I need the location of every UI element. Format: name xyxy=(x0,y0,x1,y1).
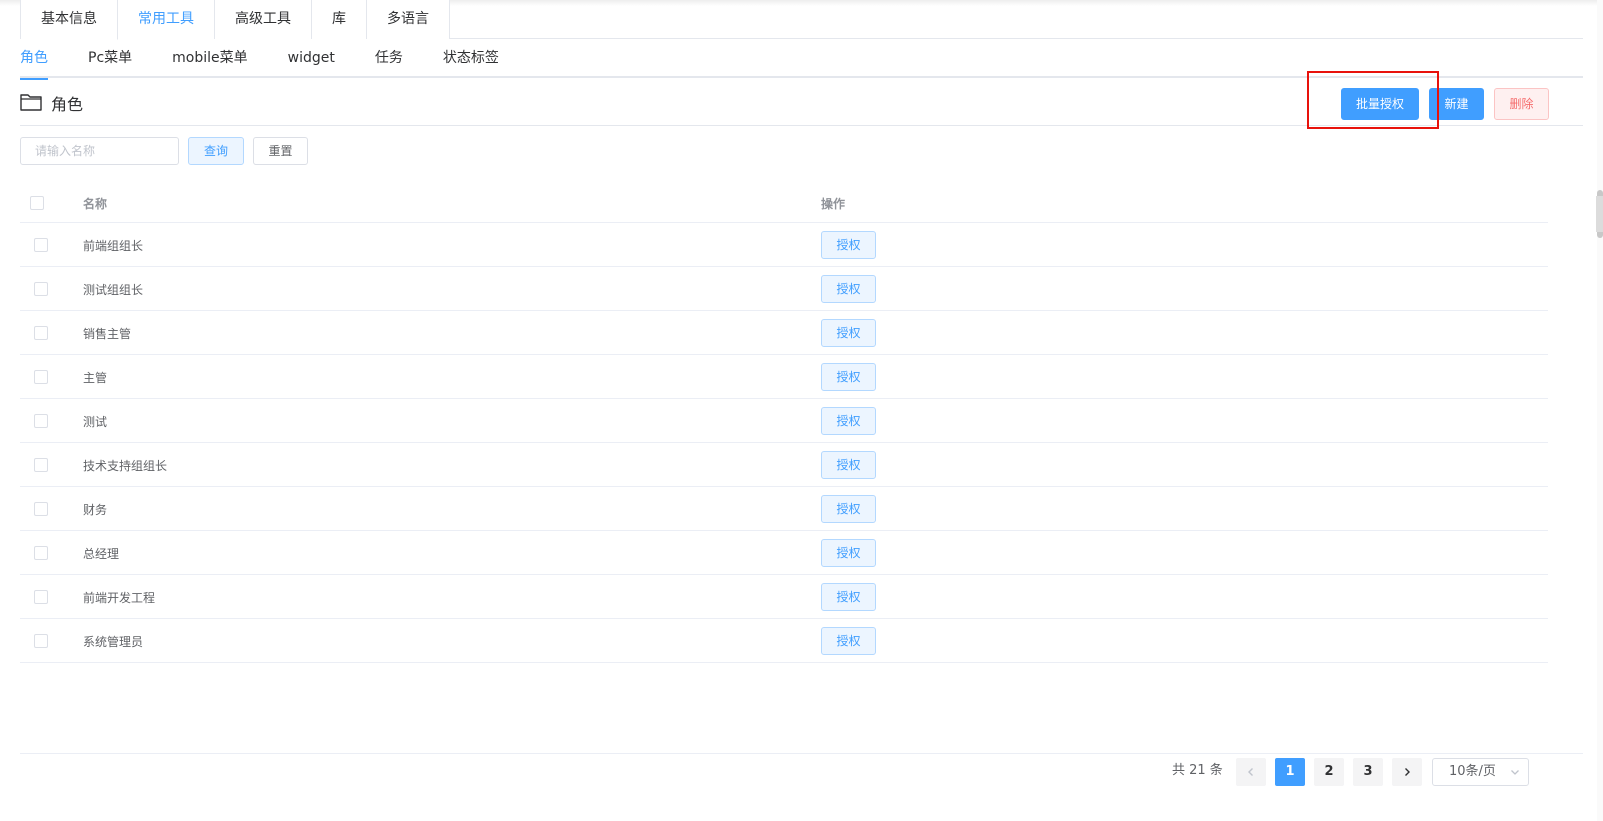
page-title: 角色 xyxy=(51,95,84,114)
role-name: 测试组组长 xyxy=(83,283,144,297)
authorize-button[interactable]: 授权 xyxy=(821,231,876,259)
authorize-button[interactable]: 授权 xyxy=(821,319,876,347)
name-search-input[interactable] xyxy=(20,137,179,165)
table-row: 测试 授权 xyxy=(20,399,1548,443)
next-page-button[interactable] xyxy=(1392,758,1422,786)
column-header-name: 名称 xyxy=(83,197,108,211)
role-name: 测试 xyxy=(83,415,108,429)
authorize-button[interactable]: 授权 xyxy=(821,495,876,523)
authorize-button[interactable]: 授权 xyxy=(821,407,876,435)
tab-library[interactable]: 库 xyxy=(311,0,366,39)
table-row: 销售主管 授权 xyxy=(20,311,1548,355)
chevron-right-icon xyxy=(1405,768,1410,776)
role-name: 总经理 xyxy=(83,547,120,561)
row-checkbox[interactable] xyxy=(34,326,48,340)
table-row: 总经理 授权 xyxy=(20,531,1548,575)
role-name: 前端组组长 xyxy=(83,239,144,253)
query-button[interactable]: 查询 xyxy=(188,137,244,165)
table-row: 主管 授权 xyxy=(20,355,1548,399)
delete-button[interactable]: 删除 xyxy=(1494,88,1549,120)
page-scrollbar[interactable] xyxy=(1597,0,1603,821)
chevron-left-icon xyxy=(1248,768,1253,776)
new-button[interactable]: 新建 xyxy=(1429,88,1484,120)
role-name: 系统管理员 xyxy=(83,635,144,649)
prev-page-button[interactable] xyxy=(1236,758,1266,786)
sub-tab-widget[interactable]: widget xyxy=(288,39,335,78)
row-checkbox[interactable] xyxy=(34,238,48,252)
page: 基本信息 常用工具 高级工具 库 多语言 角色 Pc菜单 mobile菜单 wi… xyxy=(0,0,1603,821)
table-row: 系统管理员 授权 xyxy=(20,619,1548,663)
batch-authorize-button[interactable]: 批量授权 xyxy=(1341,88,1419,120)
row-checkbox[interactable] xyxy=(34,458,48,472)
role-name: 主管 xyxy=(83,371,108,385)
section-header: 角色 批量授权 新建 删除 xyxy=(20,71,1583,129)
roles-table: 名称 操作 前端组组长 授权 测试组组长 授权 销售主管 授权 主管 授权 测试… xyxy=(20,181,1548,663)
authorize-button[interactable]: 授权 xyxy=(821,539,876,567)
row-checkbox[interactable] xyxy=(34,546,48,560)
select-all-checkbox[interactable] xyxy=(30,196,44,210)
authorize-button[interactable]: 授权 xyxy=(821,451,876,479)
row-checkbox[interactable] xyxy=(34,370,48,384)
sub-tab-status-tags[interactable]: 状态标签 xyxy=(443,39,499,78)
row-checkbox[interactable] xyxy=(34,502,48,516)
sub-tabs: 角色 Pc菜单 mobile菜单 widget 任务 状态标签 xyxy=(20,39,1583,80)
row-checkbox[interactable] xyxy=(34,282,48,296)
reset-button[interactable]: 重置 xyxy=(253,137,308,165)
tab-common-tools[interactable]: 常用工具 xyxy=(117,0,214,40)
side-panel-handle[interactable] xyxy=(1596,196,1603,232)
page-button-2[interactable]: 2 xyxy=(1314,758,1344,786)
table-header: 名称 操作 xyxy=(20,181,1548,223)
row-checkbox[interactable] xyxy=(34,634,48,648)
top-tabs: 基本信息 常用工具 高级工具 库 多语言 xyxy=(20,0,1583,40)
sub-tab-tasks[interactable]: 任务 xyxy=(375,39,403,78)
page-button-1[interactable]: 1 xyxy=(1275,758,1305,786)
authorize-button[interactable]: 授权 xyxy=(821,627,876,655)
role-name: 财务 xyxy=(83,503,108,517)
role-name: 销售主管 xyxy=(83,327,132,341)
page-size-select[interactable]: 10条/页 xyxy=(1432,758,1529,786)
footer-divider xyxy=(20,753,1583,754)
authorize-button[interactable]: 授权 xyxy=(821,363,876,391)
sub-tab-roles[interactable]: 角色 xyxy=(20,39,48,80)
table-row: 前端组组长 授权 xyxy=(20,223,1548,267)
page-button-3[interactable]: 3 xyxy=(1353,758,1383,786)
authorize-button[interactable]: 授权 xyxy=(821,583,876,611)
role-name: 技术支持组组长 xyxy=(83,459,168,473)
top-tabs-list: 基本信息 常用工具 高级工具 库 多语言 xyxy=(20,0,450,40)
table-row: 前端开发工程 授权 xyxy=(20,575,1548,619)
tab-multilanguage[interactable]: 多语言 xyxy=(366,0,449,39)
folder-icon xyxy=(20,94,42,111)
role-name: 前端开发工程 xyxy=(83,591,156,605)
row-checkbox[interactable] xyxy=(34,590,48,604)
sub-tab-pc-menu[interactable]: Pc菜单 xyxy=(88,39,132,78)
authorize-button[interactable]: 授权 xyxy=(821,275,876,303)
chevron-down-icon xyxy=(1511,770,1519,775)
pagination-total: 共 21 条 xyxy=(1172,763,1223,778)
page-size-label: 10条/页 xyxy=(1449,764,1496,779)
sub-tab-mobile-menu[interactable]: mobile菜单 xyxy=(172,39,247,78)
tab-basic-info[interactable]: 基本信息 xyxy=(21,0,117,39)
tab-advanced-tools[interactable]: 高级工具 xyxy=(214,0,311,39)
row-checkbox[interactable] xyxy=(34,414,48,428)
table-row: 财务 授权 xyxy=(20,487,1548,531)
table-row: 测试组组长 授权 xyxy=(20,267,1548,311)
column-header-operations: 操作 xyxy=(821,197,846,211)
table-row: 技术支持组组长 授权 xyxy=(20,443,1548,487)
